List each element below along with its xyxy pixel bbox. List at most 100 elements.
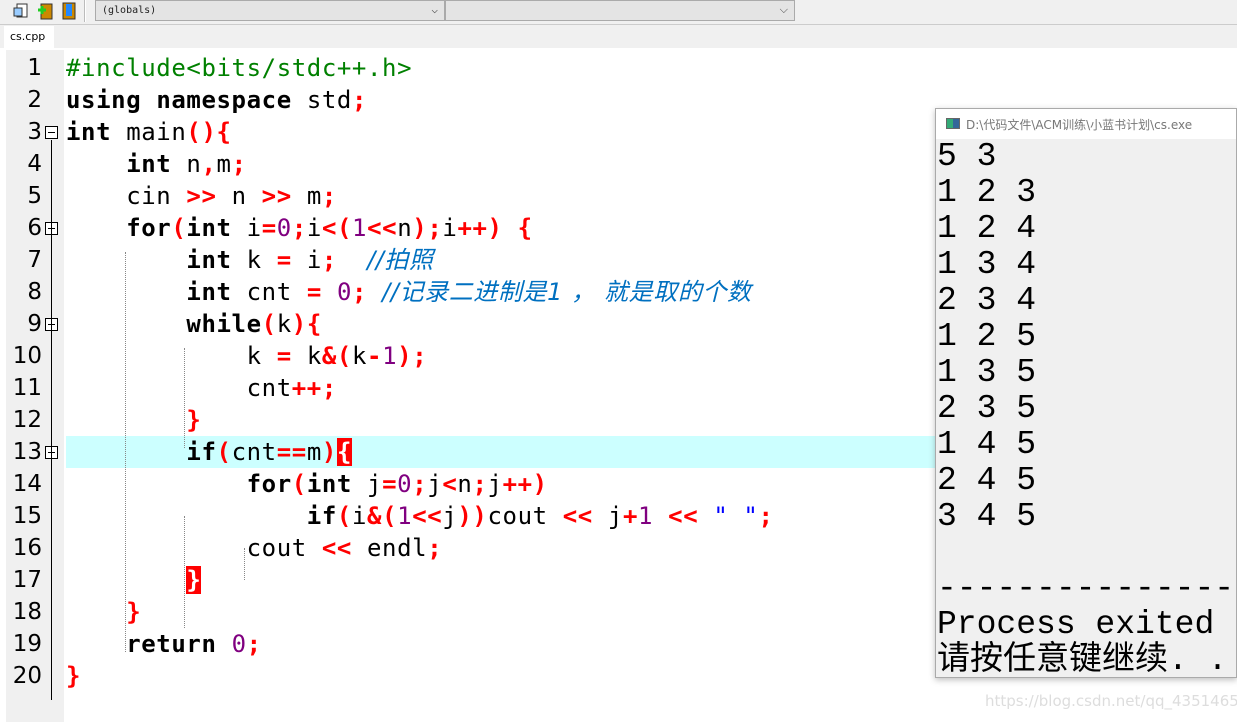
code-token-id: n — [216, 182, 262, 210]
member-select[interactable]: ⌵ — [445, 0, 795, 21]
line-number: 15 — [12, 503, 42, 529]
code-token-id: n — [171, 150, 202, 178]
code-token-id: n — [397, 214, 413, 242]
code-token-op: ( — [336, 502, 352, 530]
code-token-id: cin — [66, 182, 187, 210]
line-number: 9 — [27, 311, 42, 337]
code-text: int k = i; //拍照 — [66, 244, 434, 276]
line-number: 19 — [12, 631, 42, 657]
code-token-kw: int — [186, 214, 232, 242]
code-text: } — [66, 564, 202, 596]
code-token-num: 1 — [382, 342, 398, 370]
code-token-op: ; — [246, 630, 262, 658]
code-text: k = k&(k-1); — [66, 340, 427, 372]
fold-collapse-icon[interactable] — [45, 126, 58, 139]
console-title: D:\代码文件\ACM训练\小蓝书计划\cs.exe — [966, 118, 1193, 132]
code-text: #include<bits/stdc++.h> — [66, 52, 412, 84]
code-token-id: main — [111, 118, 187, 146]
code-token-id: m — [216, 150, 232, 178]
indent-guide — [244, 548, 245, 580]
code-token-op: ( — [261, 310, 277, 338]
code-token-id: i — [231, 214, 262, 242]
code-token-num: 0 — [397, 470, 413, 498]
code-token-id — [66, 278, 186, 306]
code-token-op: ; — [231, 150, 247, 178]
code-token-num: 0 — [336, 278, 352, 306]
code-token-cm: //记录二进制是1 ， 就是取的个数 — [382, 278, 752, 306]
code-token-op: ; — [351, 86, 368, 114]
scope-select[interactable]: (globals) ⌵ — [95, 0, 445, 21]
code-token-kw: int — [186, 246, 232, 274]
code-token-id: k — [291, 342, 322, 370]
line-number: 10 — [12, 343, 42, 369]
code-token-id — [66, 502, 307, 530]
console-line: 5 3 — [937, 138, 997, 175]
code-token-id — [66, 566, 186, 594]
line-number: 3 — [27, 119, 42, 145]
code-token-op: &( — [367, 502, 398, 530]
code-token-kw: if — [186, 438, 217, 466]
line-number: 2 — [27, 87, 42, 113]
bookmark-icon[interactable] — [60, 2, 78, 20]
code-token-op: ; — [412, 470, 428, 498]
code-token-kw: while — [186, 310, 262, 338]
code-token-cm: //拍照 — [367, 246, 434, 274]
console-output: 5 31 2 31 2 41 3 42 3 41 2 51 3 52 3 51 … — [936, 139, 1236, 678]
console-app-icon — [946, 118, 960, 129]
line-number: 8 — [27, 279, 42, 305]
line-number: 7 — [27, 247, 42, 273]
console-title-bar[interactable]: D:\代码文件\ACM训练\小蓝书计划\cs.exe — [936, 109, 1236, 139]
console-line: 1 2 5 — [937, 318, 1037, 355]
code-token-id: k — [66, 342, 277, 370]
code-token-id — [66, 438, 186, 466]
code-token-op: = — [382, 470, 398, 498]
code-line[interactable]: 1 #include<bits/stdc++.h> — [0, 52, 1237, 84]
code-token-op: ++) — [457, 214, 503, 242]
code-token-id — [337, 246, 367, 274]
code-token-op: = — [276, 342, 292, 370]
copy-icon[interactable] — [12, 2, 30, 20]
code-token-id: m — [306, 438, 322, 466]
code-token-op: << — [668, 502, 699, 530]
code-token-id: i — [442, 214, 458, 242]
indent-guide — [184, 516, 185, 628]
code-token-id — [66, 246, 186, 274]
code-token-id: cnt — [231, 438, 277, 466]
code-token-kw: int — [186, 278, 232, 306]
code-token-id: j — [442, 502, 458, 530]
code-token-id — [322, 278, 337, 306]
code-token-str: " " — [713, 502, 759, 530]
code-token-op: == — [276, 438, 307, 466]
add-file-icon[interactable] — [36, 2, 54, 20]
toolbar-separator — [84, 0, 86, 22]
code-token-op: ( — [171, 214, 187, 242]
console-line: 1 4 5 — [937, 426, 1037, 463]
line-number: 13 — [12, 439, 42, 465]
code-token-op: ; — [321, 182, 337, 210]
code-text: int main(){ — [66, 116, 232, 148]
tab-bar: cs.cpp — [0, 24, 1237, 49]
code-token-id — [66, 470, 247, 498]
code-token-op: ) — [321, 438, 337, 466]
code-text: } — [66, 404, 201, 436]
console-line: 2 3 4 — [937, 282, 1037, 319]
code-token-op: (){ — [186, 118, 232, 146]
tab-cs-cpp[interactable]: cs.cpp — [4, 26, 54, 49]
code-token-id: cout — [487, 502, 563, 530]
indent-guide — [125, 252, 126, 652]
code-token-kw: for — [246, 470, 292, 498]
code-text: while(k){ — [66, 308, 322, 340]
code-token-hl: } — [186, 566, 202, 594]
code-token-op: = — [261, 214, 277, 242]
code-token-op: + — [622, 502, 639, 530]
code-token-op: , — [201, 150, 217, 178]
code-token-op: )) — [457, 502, 488, 530]
code-token-op: { — [517, 214, 533, 242]
console-window[interactable]: D:\代码文件\ACM训练\小蓝书计划\cs.exe 5 31 2 31 2 4… — [935, 108, 1237, 678]
code-token-num: 0 — [276, 214, 292, 242]
code-token-op: << — [562, 502, 593, 530]
code-token-id: j — [351, 470, 383, 498]
line-number: 16 — [12, 535, 42, 561]
code-token-op: ( — [216, 438, 232, 466]
code-text: } — [66, 596, 141, 628]
